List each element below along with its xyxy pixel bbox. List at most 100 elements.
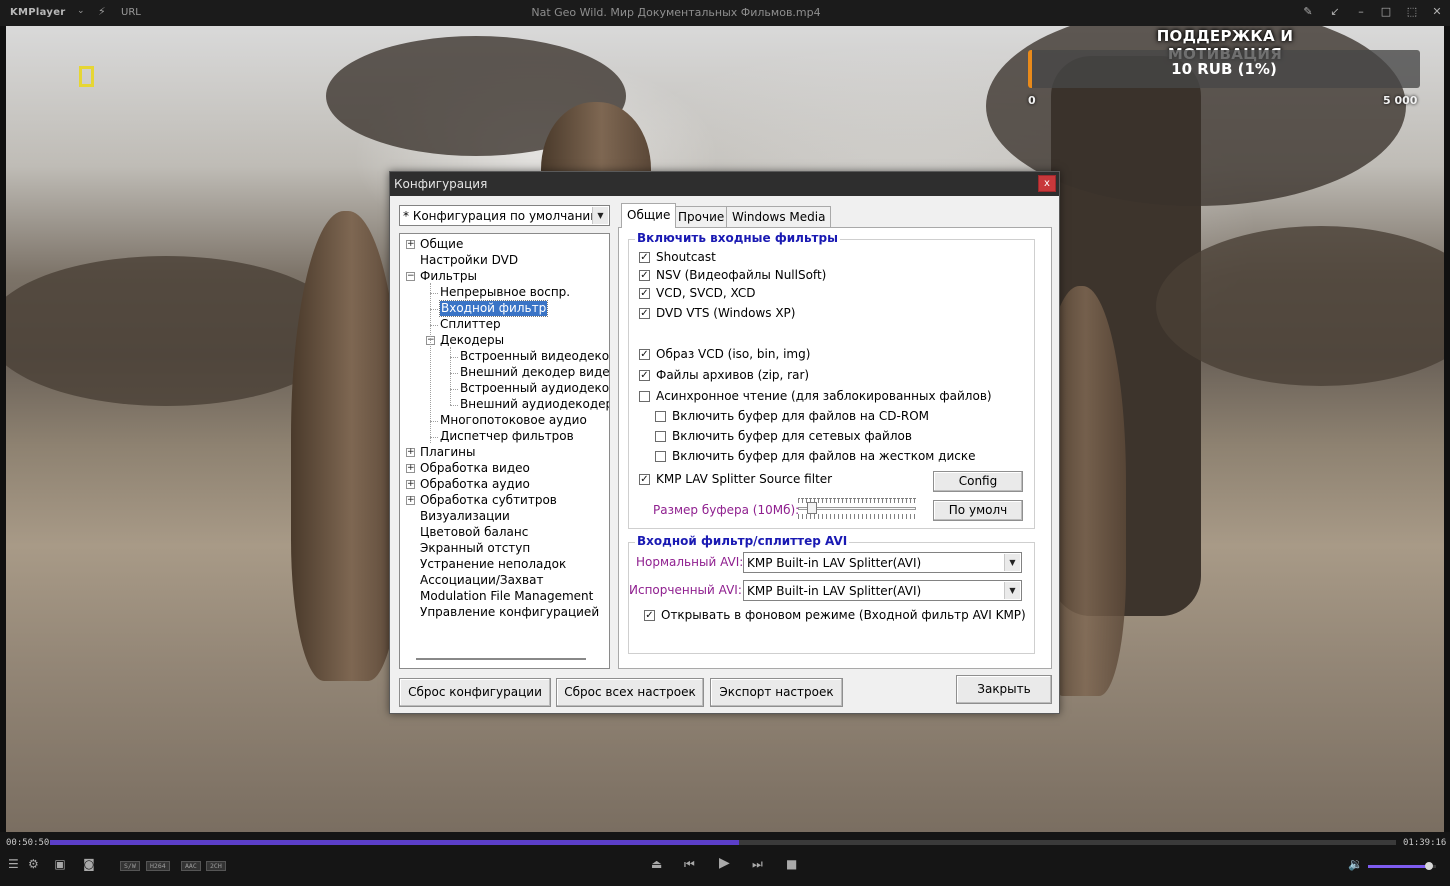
tree-item[interactable]: Визуализации — [420, 509, 510, 524]
reset-all-button[interactable]: Сброс всех настроек — [556, 678, 704, 707]
checkbox-box[interactable]: ✓ — [644, 610, 655, 621]
tree-expander-icon[interactable]: − — [406, 272, 415, 281]
capture-icon[interactable]: ▣ — [51, 857, 69, 871]
slider-thumb[interactable] — [806, 502, 817, 514]
tree-expander-icon[interactable]: + — [406, 464, 415, 473]
tree-item[interactable]: Встроенный аудиодекоде — [460, 381, 609, 396]
checkbox-label: DVD VTS (Windows XP) — [656, 306, 796, 320]
menu-icon[interactable]: ☰ — [8, 857, 19, 871]
eject-icon[interactable]: ⏏ — [651, 857, 662, 871]
config-button[interactable]: Config — [933, 471, 1023, 492]
minimize-button[interactable]: – — [1352, 4, 1370, 20]
compact-mode-icon[interactable]: ↙ — [1326, 4, 1344, 20]
tree-item[interactable]: Внешний аудиодекодер — [460, 397, 609, 412]
codec-badge: 2CH — [206, 861, 226, 871]
settings-tree[interactable]: + Общие Настройки DVD − Фильтры Непрерывное в… — [399, 233, 610, 669]
checkbox-label: Открывать в фоновом режиме (Входной филь… — [661, 608, 1026, 622]
stop-icon[interactable]: ■ — [786, 857, 797, 871]
gear-icon[interactable]: ⚙ — [28, 857, 39, 871]
checkbox-box[interactable] — [655, 411, 666, 422]
donation-amount: 10 RUB (1%) — [1171, 60, 1277, 78]
tree-item[interactable]: Сплиттер — [440, 317, 501, 332]
tree-item[interactable]: Непрерывное воспр. — [440, 285, 570, 300]
tab-other[interactable]: Прочие — [672, 206, 731, 227]
natgeo-logo — [79, 66, 94, 87]
tree-item[interactable]: Обработка видео — [420, 461, 530, 476]
tree-expander-icon[interactable]: + — [406, 496, 415, 505]
tree-connector — [450, 357, 458, 358]
close-dialog-button[interactable]: Закрыть — [956, 675, 1052, 704]
tree-item[interactable]: Ассоциации/Захват — [420, 573, 543, 588]
tree-expander-icon[interactable]: + — [406, 448, 415, 457]
vr-icon[interactable]: ◙ — [79, 857, 99, 871]
checkbox-label: Файлы архивов (zip, rar) — [656, 368, 810, 382]
dialog-close-button[interactable]: x — [1038, 175, 1056, 192]
dialog-title: Конфигурация — [390, 172, 1059, 196]
chevron-down-icon[interactable]: ▼ — [1004, 554, 1020, 571]
next-icon[interactable]: ⏭ — [752, 857, 763, 872]
tree-item[interactable]: Многопотоковое аудио — [440, 413, 587, 428]
export-settings-button[interactable]: Экспорт настроек — [710, 678, 843, 707]
volume-slider[interactable] — [1368, 862, 1436, 870]
group-avi-splitter-title: Входной фильтр/сплиттер AVI — [635, 534, 850, 548]
tree-item[interactable]: Экранный отступ — [420, 541, 530, 556]
tree-item[interactable]: Плагины — [420, 445, 475, 460]
tree-connector — [430, 293, 438, 294]
chevron-down-icon[interactable]: ▼ — [1004, 582, 1020, 599]
tab-windows-media[interactable]: Windows Media — [726, 206, 832, 227]
tree-item[interactable]: Цветовой баланс — [420, 525, 528, 540]
tree-expander-icon[interactable]: + — [406, 480, 415, 489]
checkbox-box[interactable]: ✓ — [639, 288, 650, 299]
profile-select[interactable]: * Конфигурация по умолчанию ▼ — [399, 205, 610, 226]
tree-item[interactable]: Общие — [420, 237, 463, 252]
checkbox-box[interactable] — [655, 451, 666, 462]
checkbox-box[interactable]: ✓ — [639, 370, 650, 381]
volume-knob[interactable] — [1425, 862, 1434, 870]
group-input-filters-title: Включить входные фильтры — [635, 231, 840, 245]
tree-item[interactable]: Обработка субтитров — [420, 493, 557, 508]
fullscreen-button[interactable]: ⬚ — [1403, 4, 1421, 20]
tree-item[interactable]: Управление конфигурацией — [420, 605, 599, 620]
donation-progress: 10 RUB (1%) — [1028, 50, 1420, 88]
checkbox-box[interactable]: ✓ — [639, 252, 650, 263]
tree-item[interactable]: Входной фильтр — [438, 300, 549, 317]
default-button[interactable]: По умолч — [933, 500, 1023, 521]
tree-horizontal-scrollbar[interactable] — [416, 658, 586, 660]
tree-connector — [450, 389, 458, 390]
meerkat — [291, 211, 401, 681]
checkbox-box[interactable] — [639, 391, 650, 402]
chevron-down-icon[interactable]: ▼ — [592, 207, 608, 224]
tree-item[interactable]: Внешний декодер видео — [460, 365, 609, 380]
tree-item[interactable]: Устранение неполадок — [420, 557, 566, 572]
checkbox-box[interactable]: ✓ — [639, 308, 650, 319]
checkbox-box[interactable]: ✓ — [639, 270, 650, 281]
tree-item[interactable]: Modulation File Management — [420, 589, 593, 604]
speaker-icon[interactable]: 🔉 — [1348, 857, 1363, 871]
broken-avi-value: KMP Built-in LAV Splitter(AVI) — [747, 584, 922, 598]
tree-connector — [430, 309, 438, 310]
tree-item[interactable]: Диспетчер фильтров — [440, 429, 574, 444]
tab-general[interactable]: Общие — [621, 203, 677, 228]
close-button[interactable]: ✕ — [1428, 4, 1446, 20]
maximize-button[interactable]: □ — [1377, 4, 1395, 20]
tree-item[interactable]: Декодеры — [440, 333, 504, 348]
donation-min: 0 — [1028, 94, 1036, 107]
buffer-size-slider[interactable] — [798, 498, 916, 520]
checkbox-box[interactable]: ✓ — [639, 349, 650, 360]
tree-connector — [450, 347, 451, 405]
tree-item[interactable]: Встроенный видеодекоде — [460, 349, 609, 364]
seek-bar[interactable] — [50, 840, 1396, 845]
play-icon[interactable]: ▶ — [719, 855, 730, 871]
tree-item[interactable]: Обработка аудио — [420, 477, 530, 492]
pin-icon[interactable]: ✎ — [1299, 4, 1317, 20]
tree-item[interactable]: Фильтры — [420, 269, 477, 284]
normal-avi-select[interactable]: KMP Built-in LAV Splitter(AVI) ▼ — [743, 552, 1022, 573]
checkbox-box[interactable]: ✓ — [639, 474, 650, 485]
previous-icon[interactable]: ⏮ — [684, 857, 695, 872]
reset-config-button[interactable]: Сброс конфигурации — [399, 678, 551, 707]
time-total: 01:39:16 — [1403, 838, 1447, 848]
tree-expander-icon[interactable]: + — [406, 240, 415, 249]
tree-item[interactable]: Настройки DVD — [420, 253, 518, 268]
broken-avi-select[interactable]: KMP Built-in LAV Splitter(AVI) ▼ — [743, 580, 1022, 601]
checkbox-box[interactable] — [655, 431, 666, 442]
